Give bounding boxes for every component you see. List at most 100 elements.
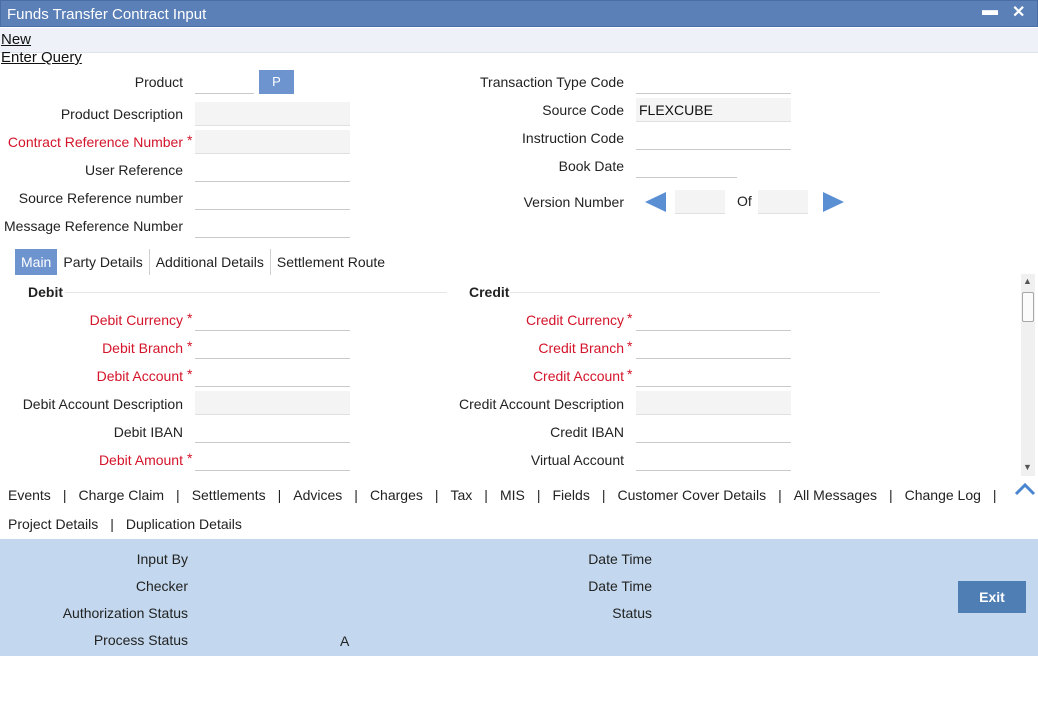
source-reference-input[interactable] <box>195 186 350 210</box>
credit-branch-input[interactable] <box>636 335 791 359</box>
scrollbar-thumb[interactable] <box>1022 292 1034 322</box>
product-description-label: Product Description <box>60 106 183 122</box>
instruction-code-label: Instruction Code <box>522 130 624 146</box>
close-icon[interactable]: ✕ <box>1012 2 1025 22</box>
version-number-label: Version Number <box>523 194 624 210</box>
exit-button[interactable]: Exit <box>958 581 1026 613</box>
project-details-link[interactable]: Project Details <box>8 516 98 532</box>
required-marker: * <box>187 366 193 382</box>
required-marker: * <box>187 132 193 148</box>
required-marker: * <box>627 366 633 382</box>
link-separator: | <box>176 487 180 503</box>
contract-reference-label: Contract Reference Number <box>7 134 183 150</box>
product-lookup-button[interactable]: P <box>259 70 294 94</box>
settlements-link[interactable]: Settlements <box>192 487 266 503</box>
message-reference-input[interactable] <box>195 214 350 238</box>
version-number-field <box>675 190 725 214</box>
link-separator: | <box>778 487 782 503</box>
credit-iban-label: Credit IBAN <box>550 424 624 440</box>
credit-account-input[interactable] <box>636 363 791 387</box>
next-version-icon[interactable] <box>821 191 845 213</box>
debit-account-label: Debit Account <box>96 368 183 384</box>
customer-cover-details-link[interactable]: Customer Cover Details <box>617 487 766 503</box>
instruction-code-input[interactable] <box>636 126 791 150</box>
window-titlebar: Funds Transfer Contract Input ▬ ✕ <box>0 0 1038 27</box>
product-input[interactable] <box>195 70 254 94</box>
link-separator: | <box>110 516 114 532</box>
credit-iban-input[interactable] <box>636 419 791 443</box>
credit-branch-label: Credit Branch <box>538 340 624 356</box>
user-reference-input[interactable] <box>195 158 350 182</box>
debit-amount-label: Debit Amount <box>98 452 183 468</box>
new-link[interactable]: New <box>1 31 31 48</box>
contract-reference-field <box>195 130 350 154</box>
debit-divider <box>65 292 447 293</box>
source-code-field <box>636 98 791 122</box>
debit-branch-input[interactable] <box>195 335 350 359</box>
credit-currency-input[interactable] <box>636 307 791 331</box>
menu-strip <box>0 28 1038 53</box>
mis-link[interactable]: MIS <box>500 487 525 503</box>
source-code-label: Source Code <box>542 102 624 118</box>
link-separator: | <box>888 487 893 503</box>
events-link[interactable]: Events <box>8 487 51 503</box>
book-date-input[interactable] <box>636 154 737 178</box>
message-reference-label: Message Reference Number <box>4 218 183 234</box>
process-status-value: A <box>340 633 350 649</box>
enter-query-link[interactable]: Enter Query <box>1 49 82 66</box>
scroll-up-icon[interactable]: ▲ <box>1023 276 1032 286</box>
advices-link[interactable]: Advices <box>293 487 342 503</box>
virtual-account-input[interactable] <box>636 447 791 471</box>
all-messages-link[interactable]: All Messages <box>794 487 877 503</box>
source-reference-label: Source Reference number <box>18 190 183 206</box>
credit-currency-label: Credit Currency <box>525 312 624 328</box>
tab-settlement-route[interactable]: Settlement Route <box>271 249 391 275</box>
main-scrollbar[interactable]: ▲ ▼ <box>1021 274 1035 476</box>
credit-account-description-label: Credit Account Description <box>459 396 624 412</box>
debit-account-description-label: Debit Account Description <box>22 396 183 412</box>
checker-date-time-label: Date Time <box>588 578 652 594</box>
debit-account-description-field <box>195 391 350 415</box>
link-separator: | <box>354 487 358 503</box>
of-label: Of <box>737 193 752 209</box>
subsystem-links: Events | Charge Claim | Settlements | Advic… <box>0 477 1038 539</box>
link-separator: | <box>484 487 488 503</box>
process-status-label: Process Status <box>93 632 188 648</box>
input-by-label: Input By <box>136 551 188 567</box>
transaction-type-label: Transaction Type Code <box>480 74 624 90</box>
debit-account-input[interactable] <box>195 363 350 387</box>
charges-link[interactable]: Charges <box>370 487 423 503</box>
tab-party-details[interactable]: Party Details <box>57 249 150 275</box>
debit-iban-input[interactable] <box>195 419 350 443</box>
collapse-up-icon[interactable] <box>1013 478 1037 498</box>
charge-claim-link[interactable]: Charge Claim <box>78 487 164 503</box>
window-title: Funds Transfer Contract Input <box>7 6 207 23</box>
minimize-icon[interactable]: ▬ <box>982 2 998 20</box>
tab-main[interactable]: Main <box>15 249 58 275</box>
link-separator: | <box>62 487 67 503</box>
scroll-down-icon[interactable]: ▼ <box>1023 462 1032 472</box>
required-marker: * <box>187 450 193 466</box>
debit-amount-input[interactable] <box>195 447 350 471</box>
credit-divider <box>510 292 880 293</box>
credit-account-label: Credit Account <box>532 368 624 384</box>
fields-link[interactable]: Fields <box>552 487 589 503</box>
duplication-details-link[interactable]: Duplication Details <box>126 516 242 532</box>
virtual-account-label: Virtual Account <box>530 452 624 468</box>
debit-currency-input[interactable] <box>195 307 350 331</box>
status-label: Status <box>612 605 652 621</box>
tab-bar: Main Party Details Additional Details Se… <box>15 249 391 275</box>
transaction-type-input[interactable] <box>636 70 791 94</box>
change-log-link[interactable]: Change Log <box>905 487 981 503</box>
product-label: Product <box>134 74 183 90</box>
credit-account-description-field <box>636 391 791 415</box>
required-marker: * <box>187 338 193 354</box>
authorization-status-label: Authorization Status <box>62 605 188 621</box>
tax-link[interactable]: Tax <box>451 487 473 503</box>
credit-section-title: Credit <box>469 284 510 300</box>
previous-version-icon[interactable] <box>644 191 668 213</box>
input-date-time-label: Date Time <box>588 551 652 567</box>
debit-section-title: Debit <box>28 284 63 300</box>
tab-additional-details[interactable]: Additional Details <box>150 249 271 275</box>
total-versions-field <box>758 190 808 214</box>
